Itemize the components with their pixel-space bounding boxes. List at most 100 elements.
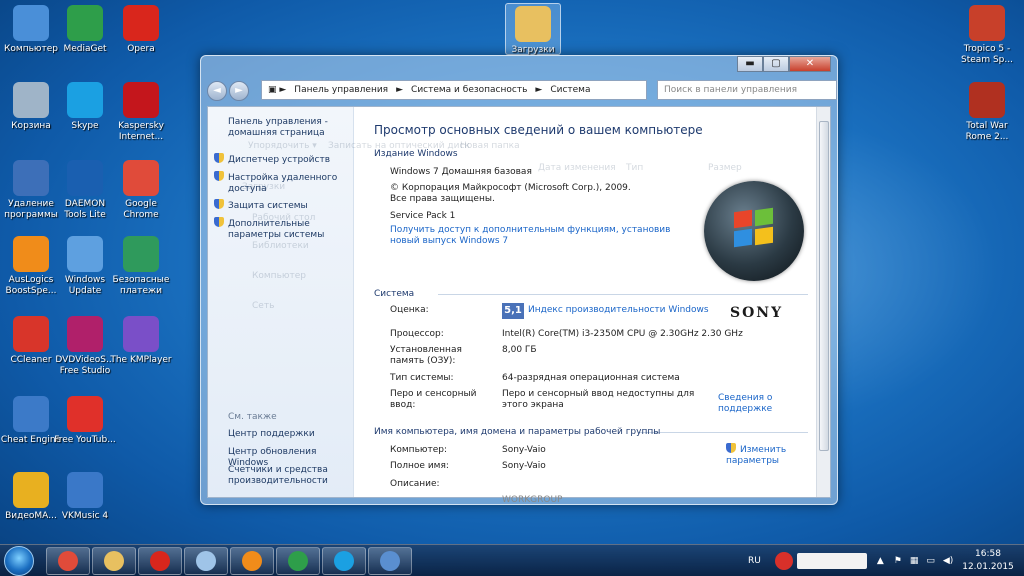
recycle-bin-icon: [13, 82, 49, 118]
full-name-label: Полное имя:: [390, 461, 449, 471]
taskbar-button[interactable]: [230, 547, 274, 575]
desktop-icon[interactable]: VKMusic 4: [54, 472, 116, 522]
media-player-icon: [242, 551, 262, 571]
system-type-value: 64-разрядная операционная система: [502, 373, 680, 383]
clock[interactable]: 16:58 12.01.2015: [960, 548, 1016, 574]
edition-heading: Издание Windows: [374, 149, 458, 159]
battery-icon[interactable]: ▭: [926, 556, 935, 566]
change-settings-link[interactable]: Изменить параметры: [726, 443, 796, 467]
support-info-link[interactable]: Сведения о поддержке: [718, 393, 814, 415]
explorer-icon: [104, 551, 124, 571]
cheat-engine-icon: [13, 396, 49, 432]
taskbar-button[interactable]: [276, 547, 320, 575]
search-input[interactable]: Поиск в панели управления: [657, 80, 837, 100]
desktop-icon[interactable]: DVDVideoS... Free Studio: [54, 316, 116, 377]
desktop-icon-label: Cheat Engine: [0, 435, 62, 445]
breadcrumb-system-security[interactable]: Система и безопасность: [411, 85, 527, 95]
desktop-icon[interactable]: Загрузки: [505, 3, 561, 55]
desktop-icon[interactable]: Skype: [54, 82, 116, 132]
desktop-icon-label: Удаление программы: [4, 199, 58, 220]
desktop-icon-label: Opera: [127, 44, 155, 54]
computer-value: Sony-Vaio: [502, 445, 546, 455]
start-button[interactable]: [4, 546, 34, 576]
desktop-icon-label: Компьютер: [4, 44, 58, 54]
breadcrumb-control-panel[interactable]: Панель управления: [294, 85, 388, 95]
language-indicator[interactable]: RU: [748, 556, 761, 566]
taskbar-button[interactable]: [138, 547, 182, 575]
desktop-icon[interactable]: DAEMON Tools Lite: [54, 160, 116, 221]
address-bar[interactable]: ▣ ► Панель управления ► Система и безопа…: [261, 80, 647, 100]
shield-icon: [214, 171, 224, 181]
taskbar-button[interactable]: [322, 547, 366, 575]
desktop-icon[interactable]: Корзина: [0, 82, 62, 132]
close-button[interactable]: ✕: [789, 56, 831, 72]
full-name-value: Sony-Vaio: [502, 461, 546, 471]
desktop-icon-label: Tropico 5 - Steam Sp...: [961, 44, 1013, 65]
control-panel-home-link[interactable]: Панель управления - домашняя страница: [228, 117, 352, 139]
rating-badge: 5,1: [502, 303, 524, 319]
desktop-icon[interactable]: CCleaner: [0, 316, 62, 366]
system-window[interactable]: ▬ ▢ ✕ ◄ ► ▣ ► Панель управления ► Систем…: [200, 55, 838, 505]
daemon-tools-icon: [67, 160, 103, 196]
windows-update-icon: [67, 236, 103, 272]
desktop-icon[interactable]: Cheat Engine: [0, 396, 62, 446]
taskbar-button[interactable]: [184, 547, 228, 575]
taskbar-button[interactable]: [368, 547, 412, 575]
desktop-icon[interactable]: Kaspersky Internet...: [110, 82, 172, 143]
forward-button[interactable]: ►: [229, 81, 249, 101]
desktop-icon-label: MediaGet: [63, 44, 107, 54]
device-manager-link[interactable]: Диспетчер устройств: [214, 153, 352, 166]
desktop-icon[interactable]: Windows Update: [54, 236, 116, 297]
desktop-icon[interactable]: ВидеоМА...: [0, 472, 62, 522]
ghost-tree-network: Сеть: [252, 301, 275, 311]
desktop-icon[interactable]: Безопасные платежи: [110, 236, 172, 297]
upgrade-link[interactable]: Получить доступ к дополнительным функция…: [390, 225, 680, 247]
tray-arrow-icon[interactable]: ▲: [877, 556, 884, 566]
main-pane: Упорядочить ▾ Записать на оптический дис…: [248, 107, 814, 505]
ghost-toolbar-new-folder: Новая папка: [460, 141, 520, 151]
desktop-icon[interactable]: Удаление программы: [0, 160, 62, 221]
record-icon[interactable]: [774, 552, 793, 570]
ghost-tree-downloads: Загрузки: [242, 182, 286, 192]
scroll-thumb[interactable]: [819, 121, 829, 451]
breadcrumb-system[interactable]: Система: [550, 85, 590, 95]
system-protection-link[interactable]: Защита системы: [214, 199, 352, 212]
recorder-toolbar[interactable]: [796, 553, 867, 569]
desktop-icon[interactable]: Free YouTub...: [54, 396, 116, 446]
desktop-icon[interactable]: Google Chrome: [110, 160, 172, 221]
maximize-button[interactable]: ▢: [763, 56, 789, 72]
videomaster-icon: [13, 472, 49, 508]
computer-icon: [13, 5, 49, 41]
desktop-icon-label: Безопасные платежи: [112, 275, 170, 296]
desktop-icon[interactable]: Tropico 5 - Steam Sp...: [956, 5, 1018, 66]
desktop-icon-label: Free YouTub...: [54, 435, 116, 445]
ghost-tree-computer: Компьютер: [252, 271, 306, 281]
performance-index-link[interactable]: Индекс производительности Windows: [528, 305, 709, 316]
desktop-icon[interactable]: AusLogics BoostSpe...: [0, 236, 62, 297]
desktop-icon[interactable]: MediaGet: [54, 5, 116, 55]
free-youtube-icon: [67, 396, 103, 432]
section-divider: [438, 294, 808, 295]
ghost-tree-desktop: Рабочий стол: [252, 213, 316, 223]
desktop-icon[interactable]: Total War Rome 2...: [956, 82, 1018, 143]
desktop-icon[interactable]: Opera: [110, 5, 172, 55]
desktop-icon-label: The KMPlayer: [110, 355, 172, 365]
pen-touch-label: Перо и сенсорный ввод:: [390, 389, 477, 410]
flag-icon[interactable]: ⚑: [894, 556, 902, 566]
taskbar-button[interactable]: [46, 547, 90, 575]
volume-icon[interactable]: ◀): [943, 556, 953, 566]
performance-tools-link[interactable]: Счетчики и средства производительности: [228, 465, 352, 487]
taskbar-button[interactable]: [92, 547, 136, 575]
action-center-link[interactable]: Центр поддержки: [228, 429, 352, 440]
desktop-icon[interactable]: The KMPlayer: [110, 316, 172, 366]
vertical-scrollbar[interactable]: [816, 107, 830, 497]
desktop-icon-label: Windows Update: [64, 275, 106, 296]
network-icon[interactable]: ▦: [910, 556, 919, 566]
breadcrumb-separator-icon: ►: [396, 85, 404, 95]
desktop-icon-label: Google Chrome: [123, 199, 159, 220]
computer-label: Компьютер:: [390, 445, 447, 455]
desktop-icon[interactable]: Компьютер: [0, 5, 62, 55]
minimize-button[interactable]: ▬: [737, 56, 763, 72]
tropico-icon: [969, 5, 1005, 41]
back-button[interactable]: ◄: [207, 81, 227, 101]
